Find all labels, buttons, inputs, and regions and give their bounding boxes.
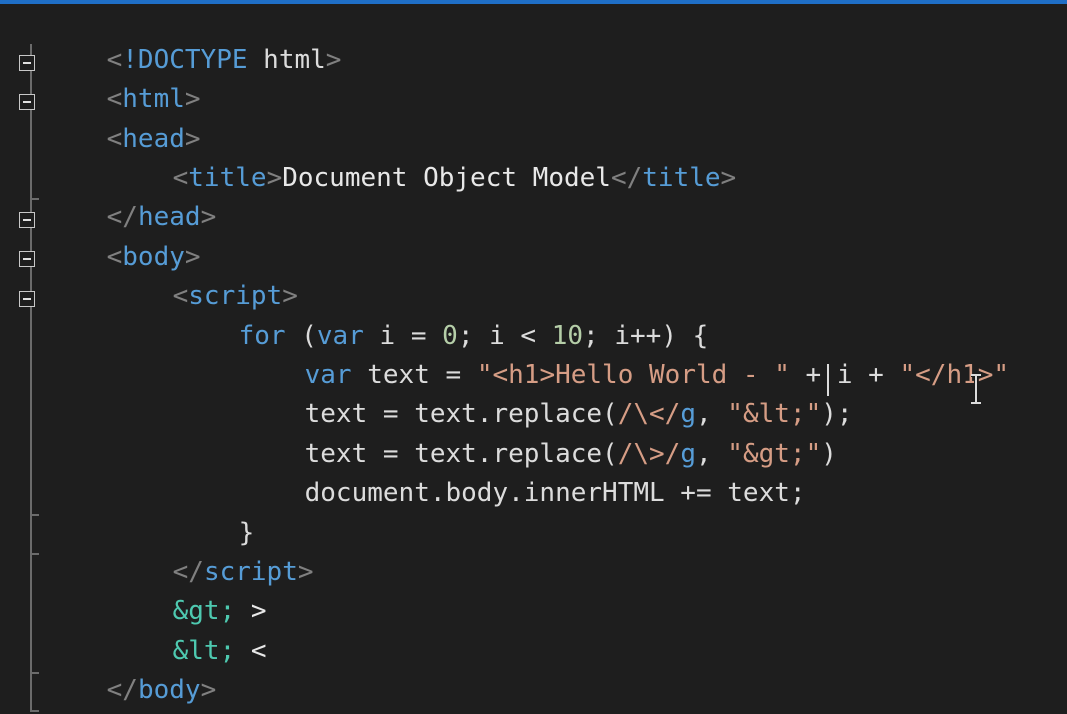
code-line[interactable]: </body> <box>44 636 217 705</box>
code-token: title <box>642 163 721 193</box>
fold-end-tick <box>30 514 39 516</box>
code-line[interactable]: </head> <box>44 163 217 232</box>
code-line[interactable]: <title>Document Object Model</title> <box>110 124 737 193</box>
code-token: "</h1>" <box>899 360 1010 390</box>
fold-end-tick <box>30 198 39 200</box>
code-line[interactable]: text = text.replace(/\</g, "&lt;"); <box>242 360 853 429</box>
code-line[interactable]: var text = "<h1>Hello World - " + i + "<… <box>242 321 1009 390</box>
code-line[interactable]: text = text.replace(/\>/g, "&gt;") <box>242 400 837 469</box>
code-line[interactable]: <head> <box>44 85 201 154</box>
code-token: < <box>235 636 267 666</box>
text-ibeam-icon <box>971 374 981 404</box>
code-line[interactable]: for (var i = 0; i < 10; i++) { <box>176 282 709 351</box>
code-token: ) <box>821 439 837 469</box>
code-token: > <box>297 557 314 587</box>
text-caret <box>827 364 829 396</box>
code-token: > <box>325 45 342 75</box>
code-line[interactable]: document.body.innerHTML += text; <box>242 439 806 508</box>
code-line[interactable]: &gt; > <box>110 557 267 626</box>
code-token: > <box>200 202 217 232</box>
collapse-minus-icon[interactable] <box>19 55 35 71</box>
code-editor[interactable]: <!DOCTYPE html> <html> <head> <title>Doc… <box>0 0 1067 714</box>
collapse-minus-icon[interactable] <box>19 212 35 228</box>
code-token: > <box>720 163 737 193</box>
code-token: Document Object Model <box>282 163 611 193</box>
code-line[interactable]: } <box>176 479 255 548</box>
code-line[interactable]: <html> <box>44 45 201 114</box>
code-line[interactable]: <body> <box>44 203 201 272</box>
fold-end-tick <box>30 710 39 712</box>
editor-top-accent-bar <box>0 0 1067 4</box>
code-token: document.body.innerHTML += text; <box>304 478 806 508</box>
code-token: </ <box>610 163 643 193</box>
fold-end-tick <box>30 553 39 555</box>
code-line[interactable]: <!DOCTYPE html> <box>44 6 342 75</box>
collapse-minus-icon[interactable] <box>19 94 35 110</box>
collapse-minus-icon[interactable] <box>19 291 35 307</box>
fold-end-tick <box>30 672 39 674</box>
collapse-minus-icon[interactable] <box>19 251 35 267</box>
code-line[interactable]: <script> <box>110 242 298 311</box>
code-token: > <box>266 163 283 193</box>
fold-guide-line <box>30 44 32 712</box>
code-line[interactable]: </script> <box>110 518 314 587</box>
code-line[interactable]: &lt; < <box>110 597 267 666</box>
code-token: html <box>247 45 326 75</box>
code-line[interactable]: </html> <box>44 675 216 711</box>
